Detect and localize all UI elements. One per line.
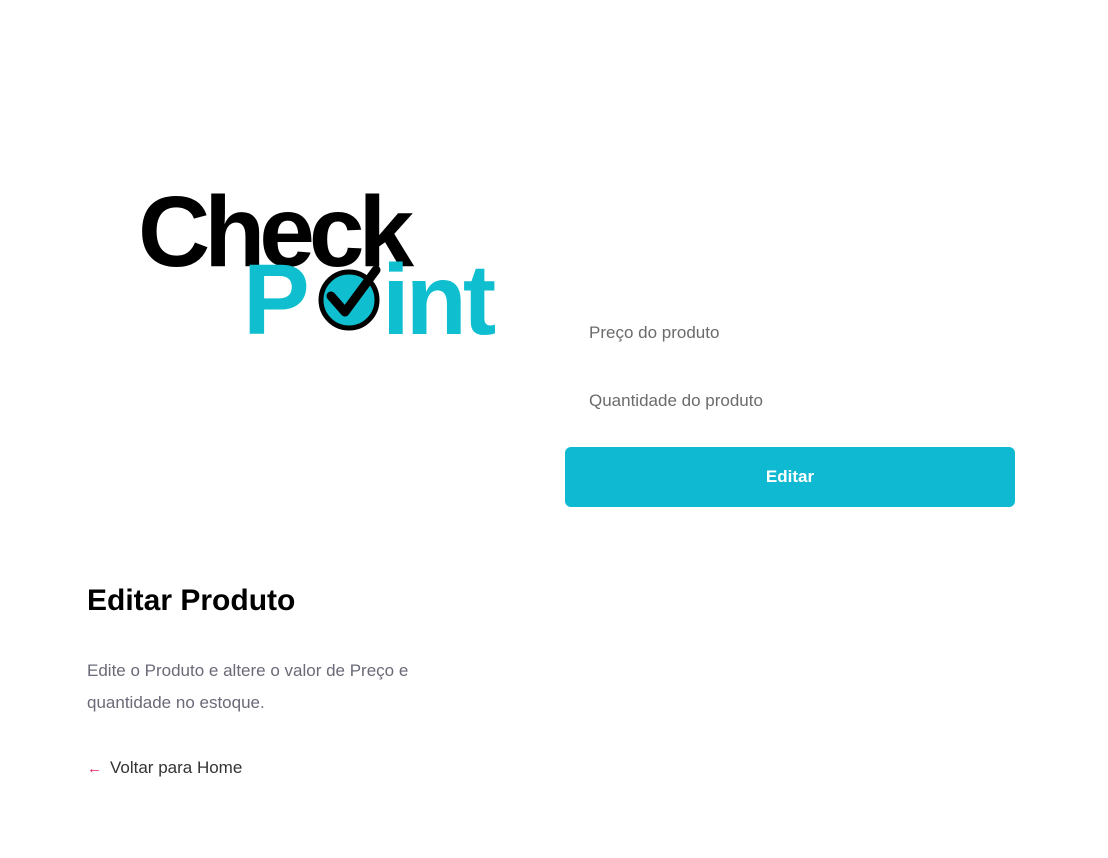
page: Check P int Editar Editar Produto Edite …: [0, 0, 1108, 858]
check-circle-icon: [318, 265, 381, 331]
quantity-input[interactable]: [565, 381, 1015, 421]
edit-button[interactable]: Editar: [565, 447, 1015, 507]
page-description: Edite o Produto e altere o valor de Preç…: [87, 661, 409, 712]
page-title: Editar Produto: [87, 584, 296, 617]
checkpoint-logo: Check P int: [138, 178, 528, 343]
logo-word-int: int: [382, 244, 496, 343]
back-link-label: Voltar para Home: [110, 758, 243, 777]
arrow-left-icon: ←: [87, 759, 102, 777]
logo-letter-p: P: [243, 244, 310, 343]
back-to-home-link[interactable]: ← Voltar para Home: [87, 758, 242, 778]
price-input[interactable]: [565, 313, 1015, 353]
